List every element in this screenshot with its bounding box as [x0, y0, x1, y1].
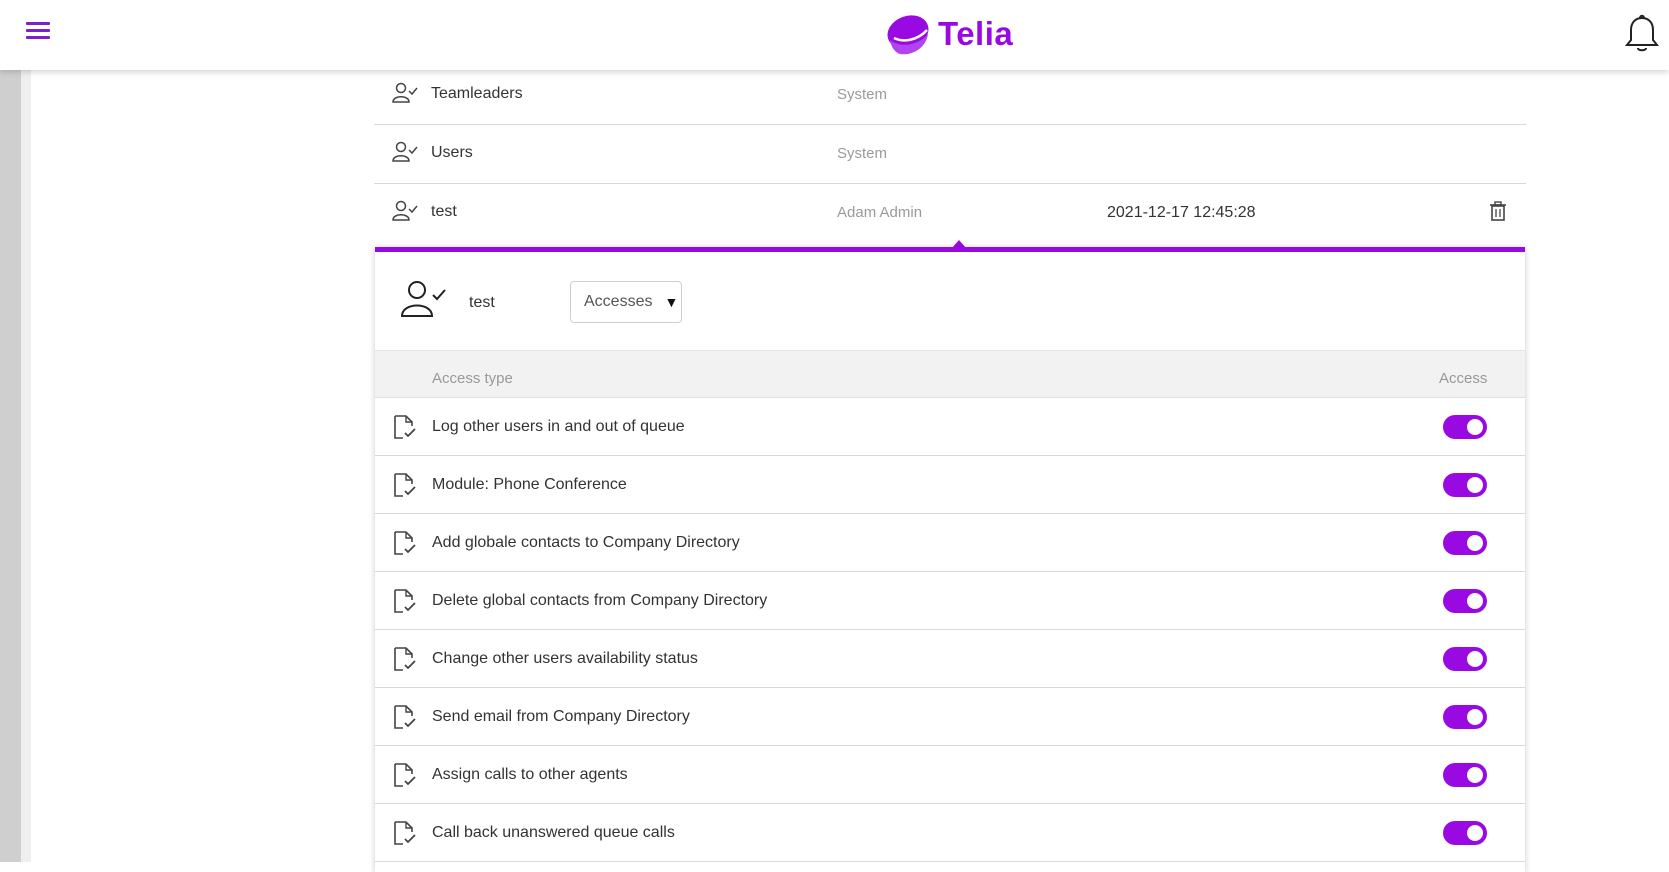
document-check-icon — [393, 820, 417, 851]
access-label: Module: Phone Conference — [432, 476, 627, 493]
group-row[interactable]: Users System — [374, 125, 1526, 184]
access-toggle[interactable] — [1443, 705, 1487, 729]
left-strip-inner — [21, 70, 31, 862]
group-row[interactable]: Teamleaders System — [374, 66, 1526, 125]
group-row-selected[interactable]: test Adam Admin 2021-12-17 12:45:28 — [374, 184, 1526, 242]
access-row: Send email from Company Directory — [375, 688, 1525, 746]
user-check-icon — [392, 82, 418, 109]
top-bar: Telia — [0, 0, 1669, 70]
table-header: Access type Access — [375, 351, 1525, 398]
accesses-dropdown[interactable]: Accesses ▼ — [570, 281, 682, 323]
access-toggle[interactable] — [1443, 763, 1487, 787]
access-row: Delete global contacts from Company Dire… — [375, 572, 1525, 630]
access-toggle[interactable] — [1443, 821, 1487, 845]
panel-header: test Accesses ▼ — [375, 252, 1525, 351]
brand-name: Telia — [938, 15, 1014, 52]
group-name: test — [431, 203, 457, 220]
access-label: Change other users availability status — [432, 650, 698, 667]
panel-group-name: test — [469, 294, 495, 311]
access-toggle[interactable] — [1443, 647, 1487, 671]
document-check-icon — [393, 704, 417, 735]
access-label: Call back unanswered queue calls — [432, 824, 675, 841]
group-name: Teamleaders — [431, 85, 523, 102]
access-row: Assign calls to other agents — [375, 746, 1525, 804]
document-check-icon — [393, 414, 417, 445]
document-check-icon — [393, 588, 417, 619]
document-check-icon — [393, 762, 417, 793]
column-access: Access — [1439, 370, 1488, 387]
access-label: Assign calls to other agents — [432, 766, 628, 783]
trash-icon[interactable] — [1489, 201, 1507, 226]
document-check-icon — [393, 530, 417, 561]
access-label: Delete global contacts from Company Dire… — [432, 592, 768, 609]
document-check-icon — [393, 646, 417, 677]
group-created-date: 2021-12-17 12:45:28 — [1107, 204, 1256, 221]
access-row: Change other users availability status — [375, 630, 1525, 688]
document-check-icon — [393, 472, 417, 503]
group-creator: Adam Admin — [837, 204, 923, 221]
access-label: Send email from Company Directory — [432, 708, 690, 725]
dropdown-value: Accesses — [584, 293, 653, 310]
access-label: Log other users in and out of queue — [432, 418, 685, 435]
caret-down-icon: ▼ — [664, 294, 679, 310]
access-label: Add globale contacts to Company Director… — [432, 534, 740, 551]
telia-logo-icon — [887, 15, 929, 55]
user-check-icon — [392, 141, 418, 168]
access-toggle[interactable] — [1443, 589, 1487, 613]
access-row: Log other users in and out of queue — [375, 398, 1525, 456]
user-check-icon — [400, 280, 446, 323]
hamburger-icon[interactable] — [26, 22, 50, 42]
user-check-icon — [392, 200, 418, 227]
group-name: Users — [431, 144, 473, 161]
access-row: Call back unanswered queue calls — [375, 804, 1525, 862]
group-list: Teamleaders System Users System test Ada… — [374, 66, 1526, 242]
telia-logo: Telia — [884, 8, 1013, 60]
access-row: Module: Phone Conference — [375, 456, 1525, 514]
group-creator: System — [837, 86, 888, 103]
access-row: Add globale contacts to Company Director… — [375, 514, 1525, 572]
bell-icon[interactable] — [1624, 14, 1660, 54]
access-toggle[interactable] — [1443, 415, 1487, 439]
access-toggle[interactable] — [1443, 531, 1487, 555]
access-toggle[interactable] — [1443, 473, 1487, 497]
group-detail-panel: test Accesses ▼ Access type Access Log o… — [375, 247, 1525, 872]
group-creator: System — [837, 145, 888, 162]
left-scroll-strip — [0, 70, 31, 862]
column-access-type: Access type — [432, 370, 513, 387]
